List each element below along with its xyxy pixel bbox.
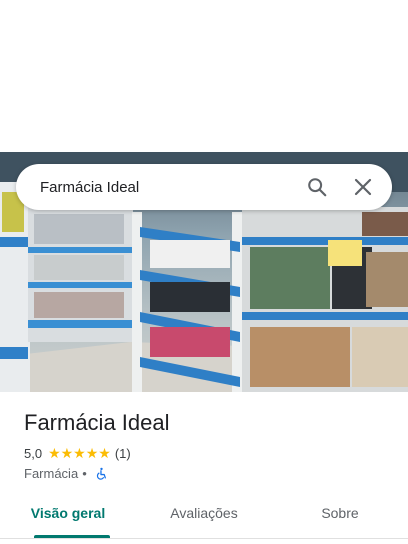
map-area-blank <box>0 0 408 152</box>
tab-reviews[interactable]: Avaliações <box>136 496 272 538</box>
place-title: Farmácia Ideal <box>24 410 170 435</box>
rating-value: 5,0 <box>24 446 43 461</box>
search-icon[interactable] <box>306 176 328 198</box>
close-icon[interactable] <box>354 178 372 196</box>
review-count[interactable]: (1) <box>115 446 131 461</box>
search-bar[interactable]: Farmácia Ideal <box>16 164 392 210</box>
category-row: Farmácia • <box>24 466 108 481</box>
rating-row[interactable]: 5,0 ★★★★★ (1) <box>24 445 131 462</box>
place-tabs: Visão geral Avaliações Sobre <box>0 496 408 538</box>
place-category: Farmácia <box>24 466 79 481</box>
rating-stars: ★★★★★ <box>48 445 111 461</box>
tabs-divider <box>0 538 408 539</box>
wheelchair-accessible-icon <box>95 467 108 480</box>
separator-dot: • <box>82 466 87 481</box>
search-input[interactable]: Farmácia Ideal <box>40 179 306 196</box>
tab-about[interactable]: Sobre <box>272 496 408 538</box>
tab-overview[interactable]: Visão geral <box>0 496 136 538</box>
